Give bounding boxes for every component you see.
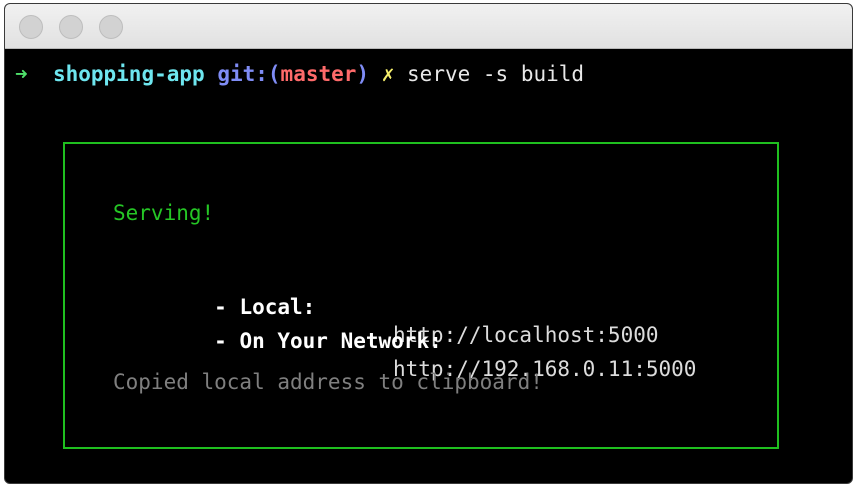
prompt-git-branch: master: [280, 62, 357, 86]
terminal-window: ➜ shopping-app git:(master) ✗ serve -s b…: [4, 3, 853, 484]
zoom-window-button[interactable]: [99, 15, 123, 39]
prompt-git-suffix: ): [356, 62, 370, 86]
network-address-label: - On Your Network:: [214, 329, 442, 353]
minimize-window-button[interactable]: [59, 15, 83, 39]
serving-status: Serving!: [113, 201, 215, 225]
prompt-dirty-icon: ✗: [381, 62, 395, 86]
prompt-command: serve -s build: [407, 62, 585, 86]
prompt-directory: shopping-app: [52, 62, 205, 86]
serve-status-box: Serving! - Local: http://localhost:5000 …: [63, 142, 779, 449]
shell-prompt-line: ➜ shopping-app git:(master) ✗ serve -s b…: [15, 60, 584, 88]
clipboard-message: Copied local address to clipboard!: [113, 370, 543, 394]
prompt-git-prefix: git:(: [217, 62, 281, 86]
prompt-arrow-icon: ➜: [15, 62, 28, 86]
terminal-output[interactable]: ➜ shopping-app git:(master) ✗ serve -s b…: [5, 50, 852, 483]
window-titlebar[interactable]: [5, 4, 852, 49]
close-window-button[interactable]: [19, 15, 43, 39]
